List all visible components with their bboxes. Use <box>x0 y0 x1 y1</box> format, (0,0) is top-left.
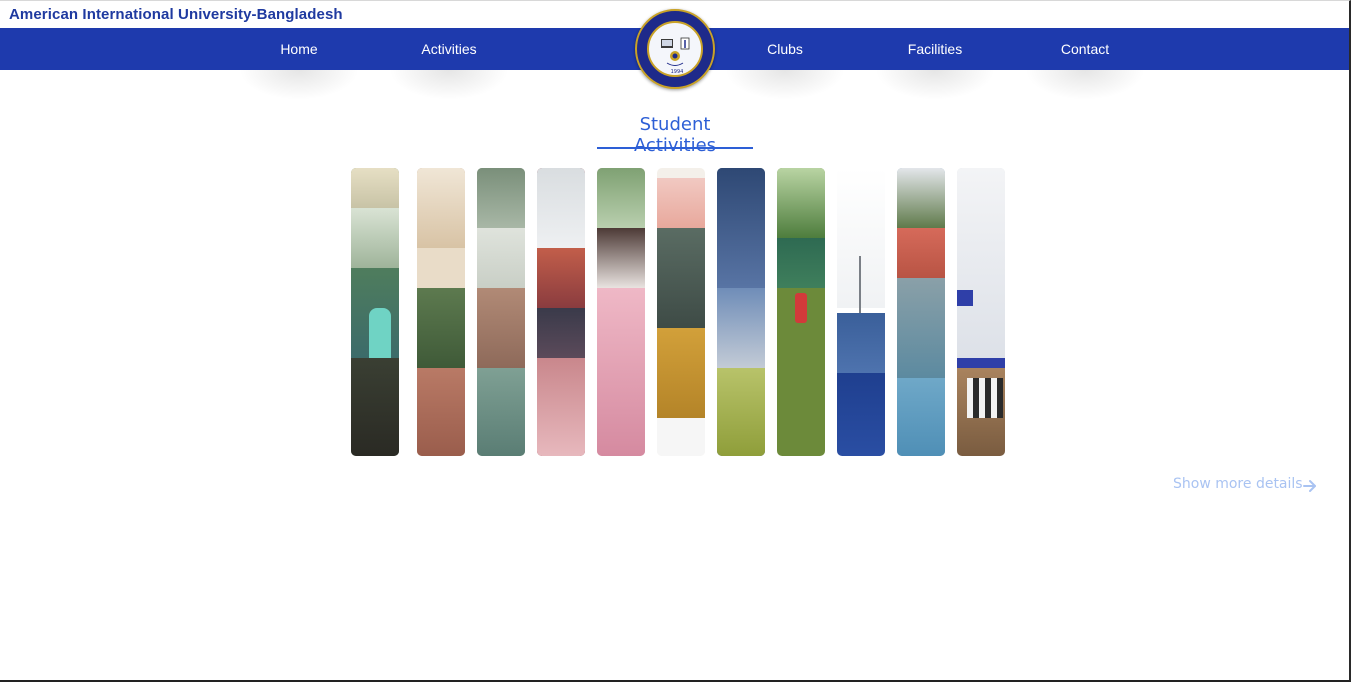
nav-clubs[interactable]: Clubs <box>767 28 803 70</box>
site-title[interactable]: American International University-Bangla… <box>9 6 343 23</box>
nav-contact[interactable]: Contact <box>1061 28 1109 70</box>
activity-photo-football[interactable] <box>777 168 825 456</box>
logo-year: 1994 <box>671 69 684 75</box>
nav-activities-shadow <box>389 70 509 100</box>
arrow-right-icon[interactable] <box>1302 476 1318 494</box>
nav-facilities-shadow <box>875 70 995 100</box>
nav-home-shadow <box>239 70 359 100</box>
nav-home[interactable]: Home <box>280 28 317 70</box>
activities-gallery <box>351 168 1011 456</box>
activity-photo-dance[interactable] <box>657 168 705 456</box>
nav-clubs-shadow <box>725 70 845 100</box>
nav-contact-shadow <box>1025 70 1145 100</box>
show-more-details-link[interactable]: Show more details <box>1173 476 1303 492</box>
logo-seal-icon: 1994 <box>661 37 690 75</box>
activity-photo-performance[interactable] <box>597 168 645 456</box>
activity-photo-library[interactable] <box>477 168 525 456</box>
nav-activities[interactable]: Activities <box>421 28 476 70</box>
activity-photo-cricket-crowd[interactable] <box>717 168 765 456</box>
activity-photo-basketball-team[interactable] <box>837 168 885 456</box>
section-title: Student Activities <box>633 114 717 156</box>
activity-photo-basketball-court[interactable] <box>897 168 945 456</box>
activity-photo-chess[interactable] <box>957 168 1005 456</box>
title-underline <box>597 147 753 149</box>
activity-photo-corridor[interactable] <box>417 168 465 456</box>
nav-facilities[interactable]: Facilities <box>908 28 962 70</box>
activity-photo-canteen[interactable] <box>351 168 399 456</box>
activity-photo-fair[interactable] <box>537 168 585 456</box>
university-logo[interactable]: 1994 <box>635 9 715 89</box>
